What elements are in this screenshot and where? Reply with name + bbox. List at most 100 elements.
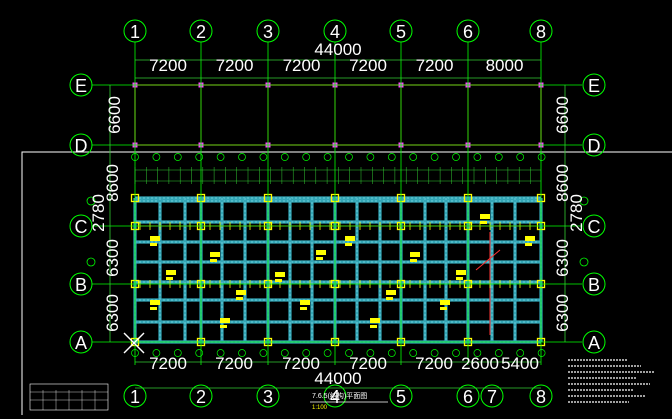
dimension-left-lower: 6300 — [103, 294, 122, 332]
small-axis-bubble-top — [173, 153, 182, 161]
dimension-span-top: 7200 — [149, 56, 187, 75]
beam-tag-sub — [236, 297, 243, 300]
beam-tag — [150, 300, 160, 305]
dimension-total-bottom: 44000 — [314, 369, 361, 388]
beam-tag-sub — [370, 325, 377, 328]
beam-tag-sub — [386, 297, 393, 300]
beam-tag-sub — [210, 259, 217, 262]
beam-tag — [316, 250, 326, 255]
small-axis-bubble-top — [280, 153, 289, 161]
axis-label-right: C — [588, 217, 601, 237]
axis-label-top: 3 — [263, 22, 273, 42]
dimension-left-lower: 6300 — [103, 239, 122, 277]
small-axis-bubble-bottom — [323, 349, 332, 357]
dimension-span-top: 7200 — [416, 56, 454, 75]
sub-axis-bubble — [579, 257, 589, 267]
axis-label-top: 4 — [330, 22, 340, 42]
beam-tag-sub — [440, 307, 447, 310]
axis-label-left: E — [75, 76, 87, 96]
sub-axis-bubble — [86, 257, 96, 267]
dimension-span-bottom: 7200 — [415, 354, 453, 373]
dimension-span-bottom: 7200 — [149, 354, 187, 373]
axis-label-top: 2 — [196, 22, 206, 42]
small-axis-bubble-bottom — [259, 349, 268, 357]
small-axis-bubble-top — [259, 153, 268, 161]
axis-label-top: 6 — [463, 22, 473, 42]
dimension-span-top: 7200 — [349, 56, 387, 75]
axis-label-left: D — [75, 136, 88, 156]
beam-tag — [210, 252, 220, 257]
dimension-right-lower: 2780 — [567, 194, 586, 232]
beam-tag-sub — [150, 307, 157, 310]
plan-scale: 1:100 — [312, 405, 328, 411]
dimension-left-lower: 2780 — [89, 194, 108, 232]
small-axis-bubble-top — [152, 153, 161, 161]
dimension-span-top: 7200 — [283, 56, 321, 75]
beam-tag-sub — [300, 307, 307, 310]
beam-tag-sub — [410, 259, 417, 262]
beam-tag — [386, 290, 396, 295]
small-axis-bubble-top — [238, 153, 246, 161]
small-axis-bubble-bottom — [195, 349, 204, 357]
beam-tag — [525, 236, 535, 241]
small-axis-bubble-top — [452, 153, 460, 161]
stair-diagonal — [475, 249, 501, 271]
axis-label-top: 8 — [536, 22, 546, 42]
dimension-right-lower: 6300 — [553, 239, 572, 277]
beam-tag — [456, 270, 466, 275]
axis-label-bottom: 7 — [487, 387, 497, 407]
beam-tag — [410, 252, 420, 257]
beam-tag-sub — [220, 325, 227, 328]
dimension-span-bottom: 7200 — [215, 354, 253, 373]
beam-tag — [236, 290, 246, 295]
beam-layer — [130, 193, 546, 347]
beam-tag-sub — [345, 243, 352, 246]
small-axis-bubble-top — [409, 153, 418, 161]
axis-label-bottom: 8 — [536, 387, 546, 407]
bay-outline — [134, 84, 542, 146]
axis-label-bottom: 6 — [463, 387, 473, 407]
small-axis-bubble-top — [366, 153, 375, 161]
axis-label-right: D — [588, 136, 601, 156]
small-axis-bubble-top — [323, 153, 332, 161]
beam-tag-sub — [150, 243, 157, 246]
dimension-span-bottom: 2600 — [461, 354, 499, 373]
small-axis-bubble-top — [216, 153, 225, 161]
axis-label-left: B — [75, 275, 87, 295]
small-axis-bubble-top — [195, 153, 204, 161]
beam-tag-sub — [166, 277, 173, 280]
axis-label-left: C — [75, 217, 88, 237]
dimension-span-top: 7200 — [216, 56, 254, 75]
small-axis-bubble-bottom — [387, 349, 396, 357]
small-axis-bubble-top — [537, 153, 546, 161]
beam-tag — [300, 300, 310, 305]
axis-label-bottom: 2 — [196, 387, 206, 407]
plan-title: 7.6.5(结构)平面图 — [312, 391, 367, 400]
axis-label-bottom: 5 — [396, 387, 406, 407]
axis-label-bottom: 1 — [130, 387, 140, 407]
cad-drawing-canvas: 123456812345678EEDDCCBBAA 44000 7200 7200 7… — [0, 0, 672, 415]
axis-label-top: 5 — [396, 22, 406, 42]
small-axis-bubble-top — [516, 153, 525, 161]
beam-tag — [480, 214, 490, 219]
dimension-right-upper: 6600 — [553, 96, 572, 134]
axis-label-right: A — [588, 333, 600, 353]
axis-label-top: 1 — [130, 22, 140, 42]
beam-tag — [166, 270, 176, 275]
beam-tag-sub — [316, 257, 323, 260]
axis-label-right: E — [588, 76, 600, 96]
beam-tag — [345, 236, 355, 241]
beam-tag-sub — [456, 277, 463, 280]
beam-tag — [370, 318, 380, 323]
axis-label-right: B — [588, 275, 600, 295]
small-axis-bubble-top — [345, 153, 353, 161]
dimension-span-bottom: 5400 — [501, 354, 539, 373]
beam-tag-sub — [480, 221, 487, 224]
beam-tag — [150, 236, 160, 241]
axis-label-left: A — [75, 333, 87, 353]
beam-tag — [220, 318, 230, 323]
small-axis-bubble-bottom — [537, 349, 546, 357]
dimension-span-top: 8000 — [486, 56, 524, 75]
structural-plan: 1 2 3 4 5 6 81 2 3 4 5 6 7 8E ED DC CB BA A 440007200 7200 7… — [21, 19, 672, 415]
beam-tag — [275, 272, 285, 277]
